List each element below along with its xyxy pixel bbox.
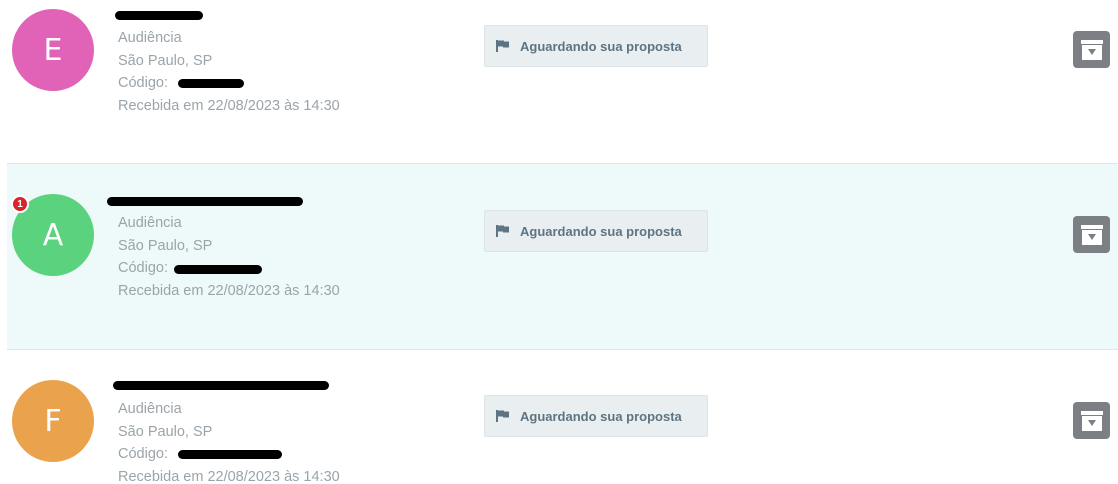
item-meta: Audiência São Paulo, SP Código: Recebida… <box>118 398 340 484</box>
download-button[interactable] <box>1073 216 1110 253</box>
avatar: E <box>12 9 94 91</box>
flag-icon <box>496 40 509 52</box>
code-label: Código: <box>118 75 168 91</box>
proposal-request-list: E Audiência São Paulo, SP Código: Recebi… <box>0 0 1118 484</box>
item-code: Código: <box>118 72 340 95</box>
list-item[interactable]: A 1 Audiência São Paulo, SP Código: Rece… <box>7 164 1118 349</box>
redacted-code <box>178 79 244 88</box>
item-code: Código: <box>118 443 340 466</box>
avatar: F <box>12 380 94 462</box>
download-box-icon <box>1080 39 1103 60</box>
status-badge: Aguardando sua proposta <box>484 25 708 67</box>
download-box-icon <box>1080 410 1103 431</box>
item-received-date: Recebida em 22/08/2023 às 14:30 <box>118 282 340 299</box>
list-item[interactable]: E Audiência São Paulo, SP Código: Recebi… <box>7 0 1118 163</box>
item-meta: Audiência São Paulo, SP Código: Recebida… <box>118 212 340 302</box>
redacted-name <box>107 197 303 206</box>
status-text: Aguardando sua proposta <box>520 408 682 424</box>
notification-badge: 1 <box>11 195 29 213</box>
flag-icon <box>496 225 509 237</box>
download-box-icon <box>1080 224 1103 245</box>
download-button[interactable] <box>1073 31 1110 68</box>
download-button[interactable] <box>1073 402 1110 439</box>
item-type: Audiência <box>118 215 182 231</box>
redacted-code <box>174 265 262 274</box>
redacted-code <box>178 450 282 459</box>
status-badge: Aguardando sua proposta <box>484 395 708 437</box>
item-meta: Audiência São Paulo, SP Código: Recebida… <box>118 27 340 117</box>
code-label: Código: <box>118 260 168 276</box>
code-label: Código: <box>118 446 168 462</box>
item-type: Audiência <box>118 401 182 417</box>
item-location: São Paulo, SP <box>118 52 213 69</box>
status-text: Aguardando sua proposta <box>520 223 682 239</box>
status-text: Aguardando sua proposta <box>520 38 682 54</box>
item-code: Código: <box>118 257 340 280</box>
item-location: São Paulo, SP <box>118 237 213 254</box>
list-item[interactable]: F Audiência São Paulo, SP Código: Recebi… <box>7 350 1118 484</box>
item-received-date: Recebida em 22/08/2023 às 14:30 <box>118 468 340 484</box>
redacted-name <box>113 381 329 390</box>
item-received-date: Recebida em 22/08/2023 às 14:30 <box>118 97 340 114</box>
item-location: São Paulo, SP <box>118 423 213 440</box>
item-type: Audiência <box>118 30 182 46</box>
redacted-name <box>115 11 203 20</box>
status-badge: Aguardando sua proposta <box>484 210 708 252</box>
flag-icon <box>496 410 509 422</box>
